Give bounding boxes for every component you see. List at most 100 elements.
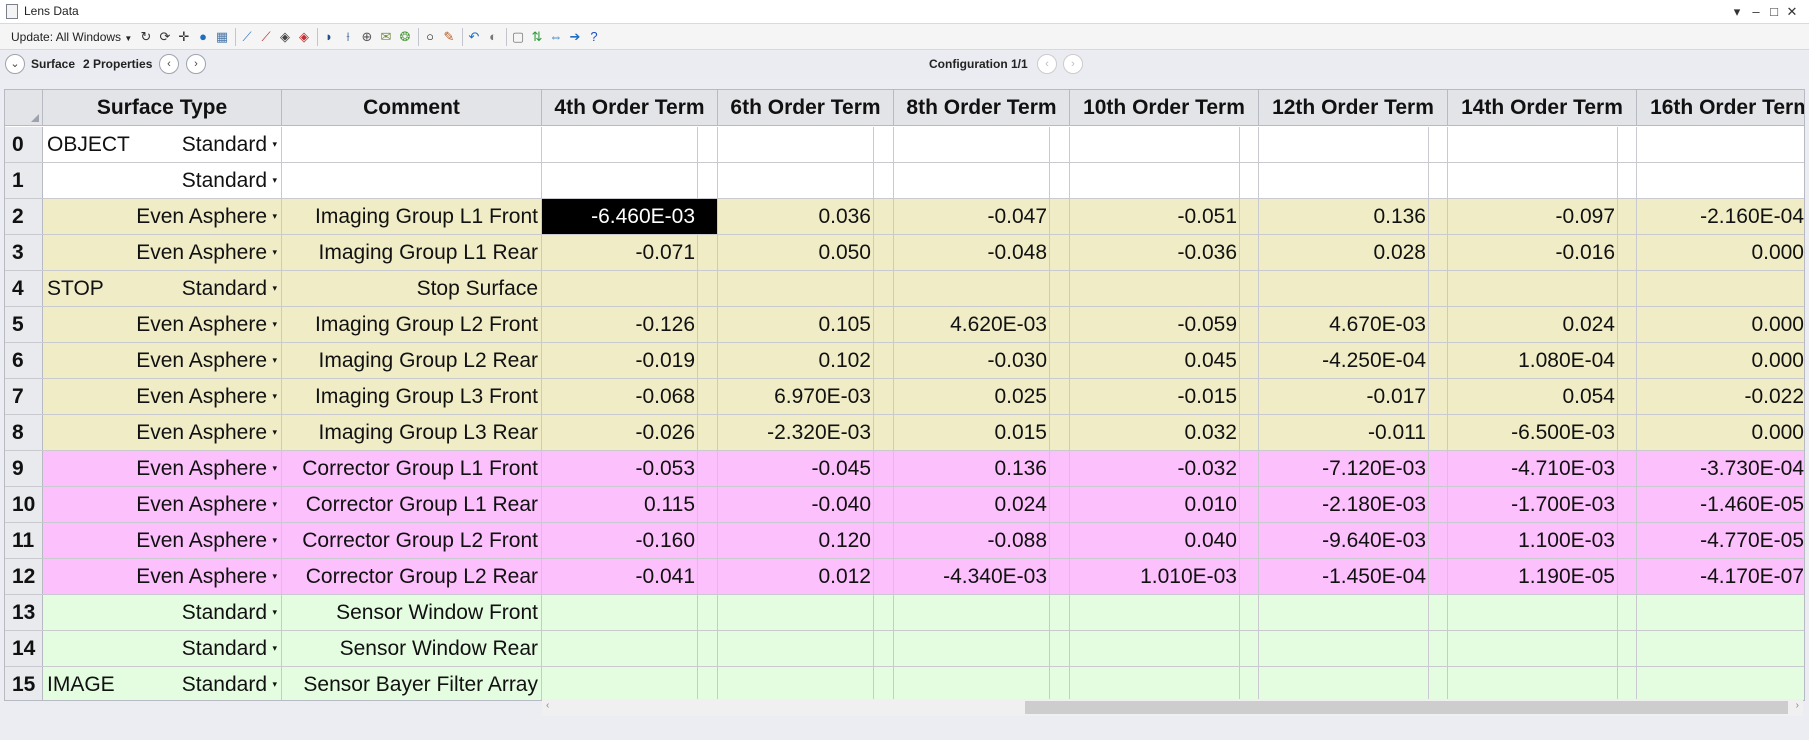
value-cell[interactable]: -0.047 (894, 199, 1050, 234)
row-number[interactable]: 0 (5, 127, 43, 162)
value-cell[interactable] (718, 631, 874, 666)
value-cell[interactable]: -0.097 (1448, 199, 1618, 234)
refresh-all-icon[interactable]: ⟳ (157, 29, 173, 45)
swap-icon[interactable]: ⇅ (529, 29, 545, 45)
value-cell[interactable]: -4.250E-04 (1259, 343, 1429, 378)
solve-cell[interactable] (1240, 343, 1259, 378)
solve-cell[interactable] (874, 487, 894, 522)
value-cell[interactable]: 0.028 (1259, 235, 1429, 270)
row-number[interactable]: 6 (5, 343, 43, 378)
value-cell[interactable] (1070, 595, 1240, 630)
dropdown-arrow-icon[interactable]: ▾ (272, 631, 277, 666)
column-header[interactable]: 4th Order Term (542, 90, 718, 126)
value-cell[interactable]: -9.640E-03 (1259, 523, 1429, 558)
solve-cell[interactable] (1240, 595, 1259, 630)
row-number[interactable]: 3 (5, 235, 43, 270)
value-cell[interactable] (542, 667, 698, 700)
solve-cell[interactable] (874, 271, 894, 306)
next-config-button[interactable]: › (1063, 54, 1083, 74)
globe-icon[interactable]: ● (195, 29, 211, 45)
value-cell[interactable]: 0.024 (1448, 307, 1618, 342)
surface-type-cell[interactable]: STOP Standard ▾ (43, 271, 282, 306)
value-cell[interactable] (718, 127, 874, 162)
value-cell[interactable]: -1.450E-04 (1259, 559, 1429, 594)
close-button[interactable]: ✕ (1782, 2, 1802, 22)
surface-type-cell[interactable]: Even Asphere ▾ (43, 199, 282, 234)
pen-icon[interactable]: ✎ (441, 29, 457, 45)
solve-cell[interactable] (1618, 127, 1637, 162)
row-number[interactable]: 4 (5, 271, 43, 306)
scroll-right-icon[interactable]: › (1796, 700, 1799, 711)
row-number[interactable]: 11 (5, 523, 43, 558)
value-cell[interactable]: -0.017 (1259, 379, 1429, 414)
solve-cell[interactable] (698, 559, 718, 594)
solve-cell[interactable] (698, 487, 718, 522)
solve-cell[interactable] (1050, 595, 1070, 630)
value-cell[interactable] (542, 595, 698, 630)
value-cell[interactable]: -2.320E-03 (718, 415, 874, 450)
value-cell[interactable] (894, 271, 1050, 306)
value-cell[interactable]: -0.022 (1637, 379, 1804, 414)
value-cell[interactable] (1448, 595, 1618, 630)
palette-icon[interactable]: ❂ (397, 29, 413, 45)
value-cell[interactable]: -0.026 (542, 415, 698, 450)
comment-cell[interactable] (282, 163, 542, 198)
maximize-button[interactable]: □ (1764, 2, 1784, 22)
value-cell[interactable] (718, 667, 874, 700)
wand-remove-icon[interactable]: ⟋ (258, 29, 274, 45)
row-number[interactable]: 7 (5, 379, 43, 414)
solve-cell[interactable] (874, 163, 894, 198)
value-cell[interactable]: -6.460E-03 (542, 199, 718, 234)
refresh-icon[interactable]: ↻ (138, 29, 154, 45)
solve-cell[interactable] (1618, 379, 1637, 414)
solve-cell[interactable] (874, 559, 894, 594)
value-cell[interactable] (542, 271, 698, 306)
value-cell[interactable]: 0.115 (542, 487, 698, 522)
solve-cell[interactable] (698, 595, 718, 630)
solve-cell[interactable] (1429, 199, 1448, 234)
value-cell[interactable]: 0.025 (894, 379, 1050, 414)
help-icon[interactable]: ? (586, 29, 602, 45)
comment-cell[interactable]: Sensor Bayer Filter Array (282, 667, 542, 700)
solve-cell[interactable] (1240, 451, 1259, 486)
solve-cell[interactable] (698, 127, 718, 162)
value-cell[interactable]: 0.120 (718, 523, 874, 558)
dropdown-arrow-icon[interactable]: ▾ (272, 667, 277, 700)
solve-cell[interactable] (1050, 343, 1070, 378)
solve-cell[interactable] (698, 667, 718, 700)
move-icon[interactable]: ✛ (176, 29, 192, 45)
value-cell[interactable] (1637, 631, 1804, 666)
value-cell[interactable]: -0.126 (542, 307, 698, 342)
dropdown-arrow-icon[interactable]: ▾ (272, 379, 277, 414)
row-number[interactable]: 2 (5, 199, 43, 234)
circle-icon[interactable]: ○ (422, 29, 438, 45)
value-cell[interactable]: 0.102 (718, 343, 874, 378)
solve-cell[interactable] (1240, 235, 1259, 270)
dropdown-arrow-icon[interactable]: ▾ (272, 127, 277, 162)
solve-cell[interactable] (698, 271, 718, 306)
layers-icon[interactable]: ◈ (277, 29, 293, 45)
solve-cell[interactable] (1240, 199, 1259, 234)
solve-cell[interactable] (698, 523, 718, 558)
collapse-button[interactable]: ⌄ (5, 54, 25, 74)
comment-cell[interactable]: Corrector Group L1 Rear (282, 487, 542, 522)
update-dropdown[interactable]: Update: All Windows ▼ (11, 30, 132, 44)
value-cell[interactable]: -2.180E-03 (1259, 487, 1429, 522)
value-cell[interactable] (1259, 271, 1429, 306)
value-cell[interactable] (1259, 163, 1429, 198)
value-cell[interactable] (1259, 127, 1429, 162)
solve-cell[interactable] (698, 379, 718, 414)
solve-cell[interactable] (1618, 595, 1637, 630)
value-cell[interactable] (894, 595, 1050, 630)
solve-cell[interactable] (1240, 163, 1259, 198)
value-cell[interactable]: -4.340E-03 (894, 559, 1050, 594)
value-cell[interactable] (1070, 127, 1240, 162)
solve-cell[interactable] (1429, 667, 1448, 700)
toggle-icon[interactable]: ◐ (485, 29, 501, 45)
solve-cell[interactable] (1050, 415, 1070, 450)
value-cell[interactable] (718, 163, 874, 198)
value-cell[interactable]: -0.059 (1070, 307, 1240, 342)
value-cell[interactable]: -0.068 (542, 379, 698, 414)
value-cell[interactable]: -0.011 (1259, 415, 1429, 450)
value-cell[interactable] (894, 631, 1050, 666)
